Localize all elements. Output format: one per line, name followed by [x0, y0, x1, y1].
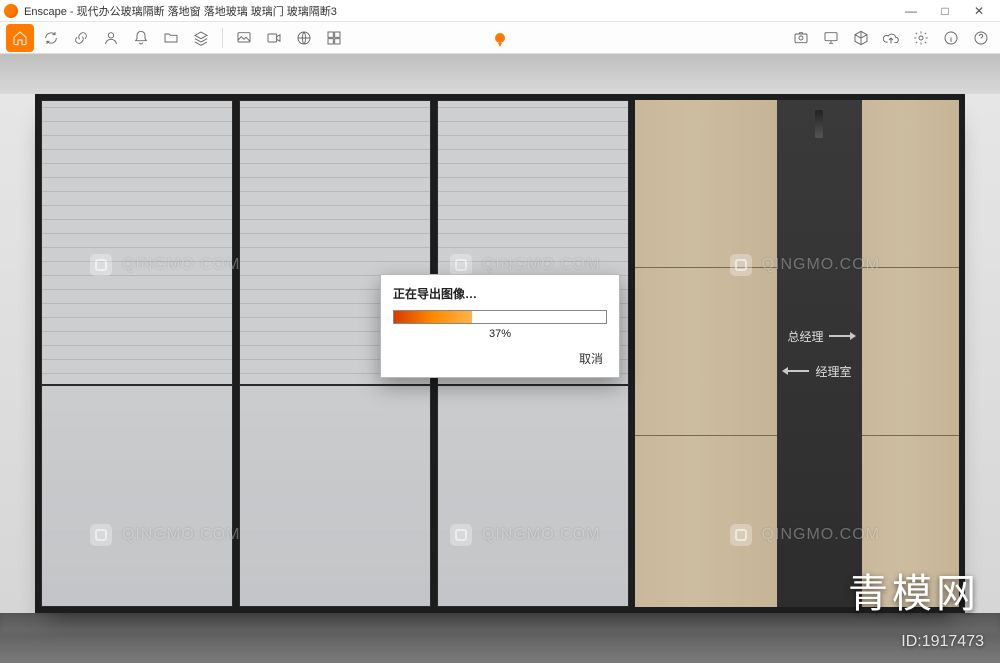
- help-button[interactable]: [968, 25, 994, 51]
- asset-id: ID:1917473: [901, 633, 984, 651]
- cancel-button[interactable]: 取消: [575, 348, 607, 369]
- toolbar-separator: [222, 28, 223, 48]
- toolbar-center-marker-icon: [495, 33, 505, 43]
- sync-icon: [43, 30, 59, 46]
- pano-export-button[interactable]: [291, 25, 317, 51]
- monitor-icon: [823, 30, 839, 46]
- close-button[interactable]: ✕: [962, 0, 996, 22]
- maximize-button[interactable]: □: [928, 0, 962, 22]
- cube-icon: [853, 30, 869, 46]
- asset-id-prefix: ID:: [901, 633, 921, 650]
- settings-icon: [913, 30, 929, 46]
- arrow-left-icon: [787, 370, 809, 372]
- home-icon: [12, 30, 28, 46]
- progress-percent-label: 37%: [393, 328, 607, 340]
- main-toolbar: [0, 22, 1000, 54]
- render-viewport[interactable]: 总经理 经理室 QINGMO.COM QINGMO.COM QINGMO.COM…: [0, 54, 1000, 663]
- screenshot-icon: [793, 30, 809, 46]
- door-area: 总经理 经理室: [635, 100, 959, 607]
- sign-text-1: 总经理: [787, 328, 823, 345]
- sign-row-1: 总经理: [787, 328, 851, 345]
- sync-button[interactable]: [38, 25, 64, 51]
- image-export-icon: [236, 30, 252, 46]
- progress-bar: [393, 310, 607, 324]
- folder-icon: [163, 30, 179, 46]
- window-titlebar: Enscape - 现代办公玻璃隔断 落地窗 落地玻璃 玻璃门 玻璃隔断3 — …: [0, 0, 1000, 22]
- cube-button[interactable]: [848, 25, 874, 51]
- wood-panel-left: [635, 100, 778, 607]
- asset-id-value: 1917473: [922, 633, 984, 650]
- bell-button[interactable]: [128, 25, 154, 51]
- help-icon: [973, 30, 989, 46]
- image-export-button[interactable]: [231, 25, 257, 51]
- window-title: Enscape - 现代办公玻璃隔断 落地窗 落地玻璃 玻璃门 玻璃隔断3: [24, 3, 894, 19]
- pano-export-icon: [296, 30, 312, 46]
- app-icon: [4, 4, 18, 18]
- dialog-actions: 取消: [393, 348, 607, 369]
- layers-button[interactable]: [188, 25, 214, 51]
- screenshot-button[interactable]: [788, 25, 814, 51]
- folder-button[interactable]: [158, 25, 184, 51]
- signage-column: 总经理 经理室: [777, 100, 861, 607]
- window-controls: — □ ✕: [894, 0, 996, 22]
- upload-button[interactable]: [878, 25, 904, 51]
- sign-row-2: 经理室: [787, 363, 851, 380]
- toolbar-right-group: [788, 25, 994, 51]
- video-export-icon: [266, 30, 282, 46]
- cloud-upload-icon: [883, 30, 899, 46]
- user-icon: [103, 30, 119, 46]
- link-button[interactable]: [68, 25, 94, 51]
- home-button[interactable]: [6, 24, 34, 52]
- info-icon: [943, 30, 959, 46]
- glass-panel-1: [41, 100, 233, 607]
- layers-icon: [193, 30, 209, 46]
- settings-button[interactable]: [908, 25, 934, 51]
- link-icon: [73, 30, 89, 46]
- progress-bar-fill: [394, 311, 472, 323]
- export-progress-dialog: 正在导出图像… 37% 取消: [380, 274, 620, 378]
- batch-export-icon: [326, 30, 342, 46]
- dialog-title: 正在导出图像…: [393, 285, 607, 302]
- bell-icon: [133, 30, 149, 46]
- toolbar-left-group: [6, 24, 347, 52]
- scene-floor: [0, 613, 1000, 663]
- info-button[interactable]: [938, 25, 964, 51]
- user-button[interactable]: [98, 25, 124, 51]
- video-export-button[interactable]: [261, 25, 287, 51]
- brand-watermark: 青模网: [848, 561, 980, 619]
- batch-export-button[interactable]: [321, 25, 347, 51]
- monitor-button[interactable]: [818, 25, 844, 51]
- minimize-button[interactable]: —: [894, 0, 928, 22]
- sign-text-2: 经理室: [815, 363, 851, 380]
- scene-ceiling: [0, 54, 1000, 94]
- wood-panel-right: [862, 100, 959, 607]
- arrow-right-icon: [829, 335, 851, 337]
